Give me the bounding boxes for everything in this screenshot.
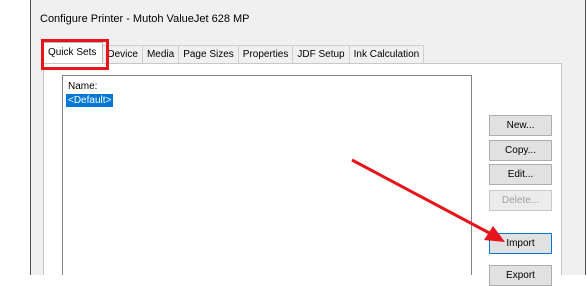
arrow-head xyxy=(484,226,505,242)
arrow-line xyxy=(351,158,496,238)
import-arrow-annotation xyxy=(351,158,505,242)
